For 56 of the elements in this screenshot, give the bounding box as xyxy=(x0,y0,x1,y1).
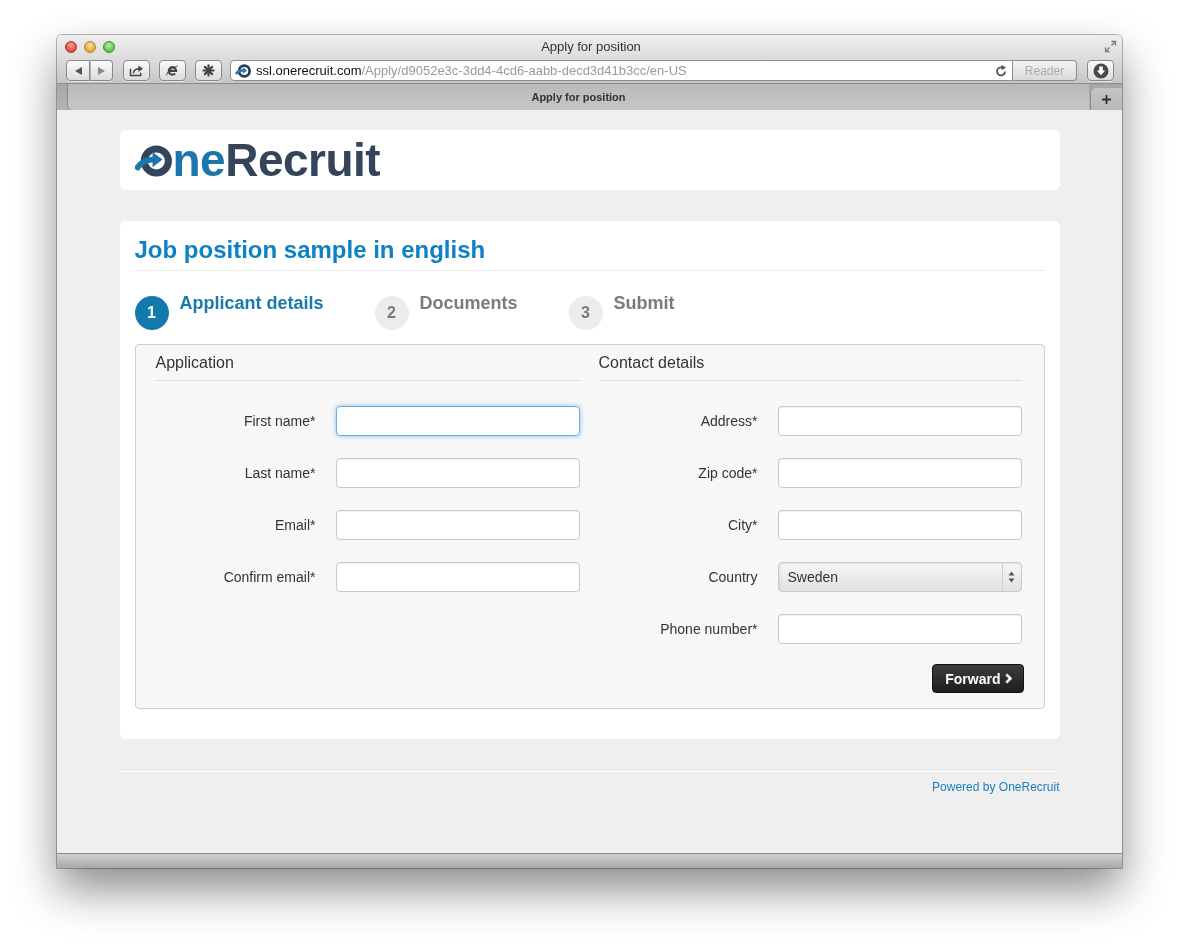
reload-icon[interactable] xyxy=(995,64,1007,77)
minimize-button[interactable] xyxy=(84,40,96,53)
field-label: Email* xyxy=(274,517,316,533)
new-tab-button[interactable] xyxy=(1090,88,1122,110)
toolbar-button[interactable] xyxy=(159,60,186,81)
browser-tab[interactable]: Apply for position xyxy=(67,84,1089,110)
input-field[interactable] xyxy=(777,614,1022,644)
input-field[interactable] xyxy=(335,406,580,436)
downloads-button[interactable] xyxy=(1087,60,1114,81)
step-label: Submit xyxy=(613,293,675,314)
field-label: First name* xyxy=(242,413,316,429)
forward-button[interactable]: Forward xyxy=(932,664,1024,693)
logo-text: neRecruit xyxy=(172,137,381,183)
job-title: Job position sample in english xyxy=(134,236,1045,271)
field-label: City* xyxy=(726,517,758,533)
share-icon xyxy=(129,64,144,77)
close-button[interactable] xyxy=(65,40,77,53)
input-field[interactable] xyxy=(335,510,580,540)
field-label: Last name* xyxy=(243,465,316,481)
toolbar-button[interactable] xyxy=(195,60,222,81)
input-field[interactable] xyxy=(777,458,1022,488)
field-label: Phone number* xyxy=(659,621,758,637)
input-field[interactable] xyxy=(777,510,1022,540)
right-triangle-icon xyxy=(98,66,105,75)
download-icon xyxy=(1092,62,1109,79)
url-text: ssl.onerecruit.com/Apply/d9052e3c-3dd4-4cd6-aabb-decd3d41b3cc/en-US xyxy=(256,63,687,78)
step-number: 1 xyxy=(134,296,169,330)
section-heading: Contact details xyxy=(598,353,1022,381)
window-title: Apply for position xyxy=(541,39,641,54)
section-heading: Application xyxy=(155,353,580,381)
input-field[interactable] xyxy=(335,562,580,592)
left-triangle-icon xyxy=(74,66,82,75)
step-label: Documents xyxy=(419,293,518,314)
logo-icon xyxy=(134,142,172,180)
input-field[interactable] xyxy=(777,406,1022,436)
ringed-e-icon xyxy=(165,63,180,78)
fullscreen-icon[interactable] xyxy=(1104,40,1117,53)
select-field[interactable]: Sweden xyxy=(777,562,1022,592)
step-label: Applicant details xyxy=(179,293,324,314)
chevron-right-icon xyxy=(1004,673,1012,684)
step-number: 2 xyxy=(374,296,409,330)
address-bar[interactable]: ssl.onerecruit.com/Apply/d9052e3c-3dd4-4cd6-aabb-decd3d41b3cc/en-US xyxy=(230,60,1013,81)
up-down-arrows-icon xyxy=(1008,571,1015,583)
field-label: Confirm email* xyxy=(222,569,316,585)
browser-back-button[interactable] xyxy=(66,60,90,81)
plus-icon xyxy=(1102,94,1111,104)
field-label: Country xyxy=(707,569,758,585)
share-button[interactable] xyxy=(123,60,150,81)
input-field[interactable] xyxy=(335,458,580,488)
field-label: Zip code* xyxy=(697,465,758,481)
powered-by-link[interactable]: Powered by OneRecruit xyxy=(932,780,1060,794)
asterisk-icon xyxy=(202,64,215,77)
browser-forward-button[interactable] xyxy=(90,60,113,81)
step-number: 3 xyxy=(568,296,603,330)
zoom-button[interactable] xyxy=(103,40,115,53)
field-label: Address* xyxy=(699,413,758,429)
